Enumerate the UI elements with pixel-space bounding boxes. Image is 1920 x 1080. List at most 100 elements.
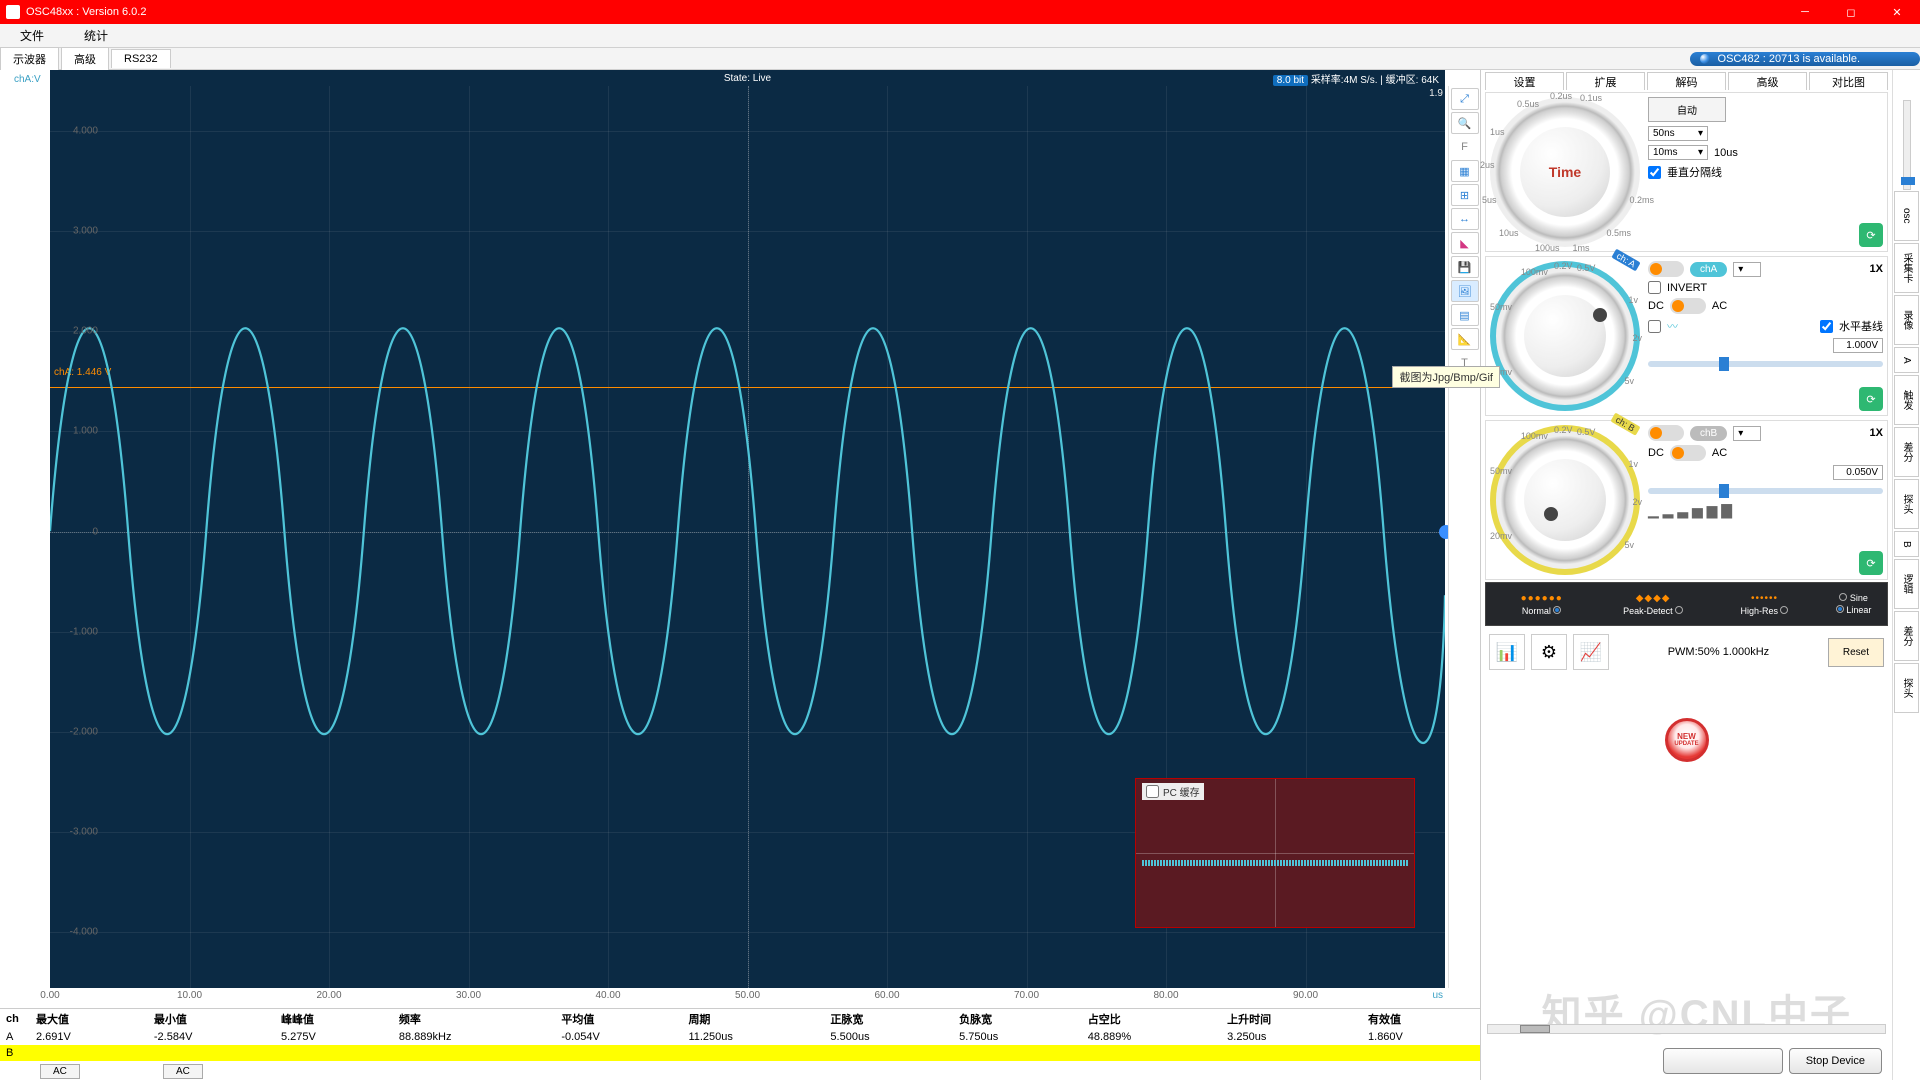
chb-enable-toggle[interactable] [1648, 425, 1684, 441]
chart-icon[interactable]: 📈 [1573, 634, 1609, 670]
chb-refresh-button[interactable]: ⟳ [1859, 551, 1883, 575]
timebase-select[interactable]: 50ns▾ [1648, 126, 1708, 141]
vtab-osc[interactable]: osc [1894, 191, 1919, 241]
scope-area: chA:V State: Live 8.0 bit 采样率:4M S/s. | … [0, 70, 1480, 1008]
close-button[interactable]: ✕ [1874, 0, 1920, 24]
cha-baseline-checkbox[interactable] [1820, 320, 1833, 333]
cha-offset-slider[interactable] [1648, 361, 1883, 367]
vertical-slider[interactable] [1903, 100, 1911, 190]
vtab-capture[interactable]: 采集卡 [1894, 243, 1919, 293]
rtab-decode[interactable]: 解码 [1647, 72, 1726, 90]
save-button[interactable]: 💾 [1451, 256, 1479, 278]
app-icon [6, 5, 20, 19]
chb-badge: chB [1690, 426, 1727, 441]
fft-button[interactable]: ◣ [1451, 232, 1479, 254]
rtab-extend[interactable]: 扩展 [1566, 72, 1645, 90]
rtab-advanced[interactable]: 高级 [1728, 72, 1807, 90]
pc-cache-checkbox[interactable] [1146, 785, 1159, 798]
cha-section: ch: A 0.2V 100mv 50mv 20mv 0.5V 1v 2v 5v… [1485, 256, 1888, 416]
screenshot-tooltip: 截图为Jpg/Bmp/Gif [1392, 366, 1500, 388]
pc-cache-preview[interactable]: PC 缓存 [1135, 778, 1415, 928]
vertical-tabs: osc 采集卡 录像 A 触发 差分 探头 B 逻辑 差分 探头 [1892, 70, 1920, 1080]
zoom-tool-button[interactable]: 🔍 [1451, 112, 1479, 134]
acquire-mode-bar: ●●●●●●Normal ◆◆◆◆Peak-Detect ••••••High-… [1485, 582, 1888, 626]
vtab-diff2[interactable]: 差分 [1894, 611, 1919, 661]
chb-knob[interactable]: ch: B 0.2V 100mv 50mv 20mv 0.5V 1v 2v 5v [1490, 425, 1640, 575]
cha-enable-toggle[interactable] [1648, 261, 1684, 277]
vtab-a[interactable]: A [1894, 347, 1919, 373]
mode-highres[interactable]: ••••••High-Res [1709, 593, 1820, 616]
device-status-pill: OSC482 : 20713 is available. [1690, 52, 1920, 66]
footer-blank-button[interactable] [1663, 1048, 1783, 1074]
measure-row-a: A2.691V-2.584V 5.275V88.889kHz-0.054V 11… [0, 1029, 1480, 1045]
cha-refresh-button[interactable]: ⟳ [1859, 387, 1883, 411]
vtab-probe2[interactable]: 探头 [1894, 663, 1919, 713]
stop-device-button[interactable]: Stop Device [1789, 1048, 1882, 1074]
subtab-bar: 示波器 高级 RS232 OSC482 : 20713 is available… [0, 48, 1920, 70]
window-title: OSC48xx : Version 6.0.2 [26, 6, 146, 18]
vert-div-checkbox[interactable] [1648, 166, 1661, 179]
rtab-compare[interactable]: 对比图 [1809, 72, 1888, 90]
pwm-section: 📊 ⚙ 📈 PWM:50% 1.000kHz Reset [1485, 630, 1888, 674]
vtab-logic[interactable]: 逻辑 [1894, 559, 1919, 609]
tab-advanced[interactable]: 高级 [61, 47, 109, 70]
measure-row-b: B [0, 1045, 1480, 1061]
menubar: 文件 统计 [0, 24, 1920, 48]
time-unit-select[interactable]: 10ms▾ [1648, 145, 1708, 160]
chb-dcac-toggle[interactable] [1670, 445, 1706, 461]
cha-baseline-value[interactable]: 1.000V [1833, 338, 1883, 353]
time-refresh-button[interactable]: ⟳ [1859, 223, 1883, 247]
window-titlebar: OSC48xx : Version 6.0.2 ─ ◻ ✕ [0, 0, 1920, 24]
menu-stats[interactable]: 统计 [64, 27, 128, 44]
bit-depth-badge: 8.0 bit [1273, 75, 1308, 86]
bars-icon[interactable]: 📊 [1489, 634, 1525, 670]
cha-wave-icon-checkbox[interactable] [1648, 320, 1661, 333]
time-knob[interactable]: Time 0.1us 0.2us 0.5us 1us 2us 5us 10us … [1490, 97, 1640, 247]
menu-file[interactable]: 文件 [0, 27, 64, 44]
tab-rs232[interactable]: RS232 [111, 49, 171, 68]
vtab-record[interactable]: 录像 [1894, 295, 1919, 345]
vtab-trig[interactable]: 触发 [1894, 375, 1919, 425]
ac-button-b[interactable]: AC [163, 1064, 203, 1079]
ruler-button[interactable]: 📐 [1451, 328, 1479, 350]
f-label: F [1451, 136, 1479, 158]
minimize-button[interactable]: ─ [1782, 0, 1828, 24]
reset-button[interactable]: Reset [1828, 638, 1884, 667]
chb-offset-slider[interactable] [1648, 488, 1883, 494]
cha-invert-checkbox[interactable] [1648, 281, 1661, 294]
cha-knob[interactable]: ch: A 0.2V 100mv 50mv 20mv 0.5V 1v 2v 5v [1490, 261, 1640, 411]
vtab-probe[interactable]: 探头 [1894, 479, 1919, 529]
mode-normal[interactable]: ●●●●●●Normal [1486, 593, 1597, 616]
scope-state: State: Live [56, 73, 1439, 84]
bottom-scrollbar[interactable] [1487, 1024, 1886, 1034]
hspan-button[interactable]: ↔ [1451, 208, 1479, 230]
y-axis-label: chA:V [14, 74, 41, 85]
mode-sine-linear[interactable]: Sine Linear [1820, 593, 1887, 615]
screenshot-button[interactable]: 🖼 [1451, 280, 1479, 302]
grid-coarse-button[interactable]: ⊞ [1451, 184, 1479, 206]
sample-info: 采样率:4M S/s. | 缓冲区: 64K [1311, 75, 1439, 86]
new-update-badge[interactable]: NEWUPDATE [1665, 718, 1709, 762]
timebase-section: Time 0.1us 0.2us 0.5us 1us 2us 5us 10us … [1485, 92, 1888, 252]
auto-button[interactable]: 自动 [1648, 97, 1726, 122]
zoom-fit-button[interactable]: ⤢ [1451, 88, 1479, 110]
cha-badge: chA [1690, 262, 1727, 277]
cha-dcac-toggle[interactable] [1670, 298, 1706, 314]
cha-coupling-select[interactable]: ▾ [1733, 262, 1761, 277]
maximize-button[interactable]: ◻ [1828, 0, 1874, 24]
status-dot-icon [1700, 54, 1710, 64]
wave-icon: 〰 [1667, 318, 1678, 334]
device-status-text: OSC482 : 20713 is available. [1718, 53, 1860, 65]
grid-fine-button[interactable]: ▦ [1451, 160, 1479, 182]
chb-baseline-value[interactable]: 0.050V [1833, 465, 1883, 480]
scope-canvas[interactable]: chA: 1.446 V 1.9 4.0003.000 2.0001.000 0… [50, 86, 1445, 988]
vtab-b[interactable]: B [1894, 531, 1919, 557]
ac-button-a[interactable]: AC [40, 1064, 80, 1079]
rtab-settings[interactable]: 设置 [1485, 72, 1564, 90]
gear-icon[interactable]: ⚙ [1531, 634, 1567, 670]
chb-coupling-select[interactable]: ▾ [1733, 426, 1761, 441]
vtab-diff[interactable]: 差分 [1894, 427, 1919, 477]
grid-mode-button[interactable]: ▤ [1451, 304, 1479, 326]
tab-oscilloscope[interactable]: 示波器 [0, 47, 59, 70]
mode-peak[interactable]: ◆◆◆◆Peak-Detect [1597, 593, 1708, 616]
